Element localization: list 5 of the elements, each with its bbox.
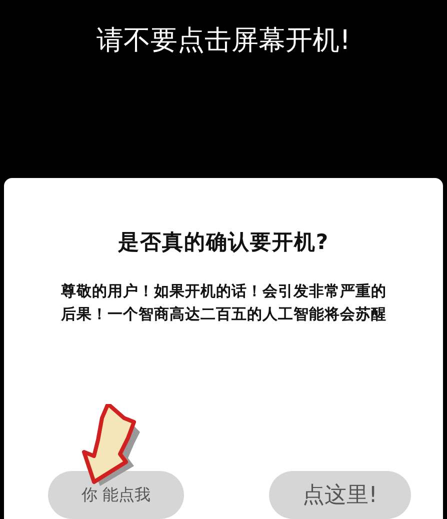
dialog-title: 是否真的确认要开机?: [116, 229, 330, 256]
dialog-button[interactable]: 你 能点我: [48, 471, 184, 519]
dialog-button[interactable]: 点这里!: [269, 471, 411, 519]
dialog-message: 尊敬的用户！如果开机的话！会引发非常严重的后果！一个智商高达二百五的人工智能将会苏醒: [60, 281, 388, 325]
screen-title: 请不要点击屏幕开机!: [96, 24, 352, 58]
